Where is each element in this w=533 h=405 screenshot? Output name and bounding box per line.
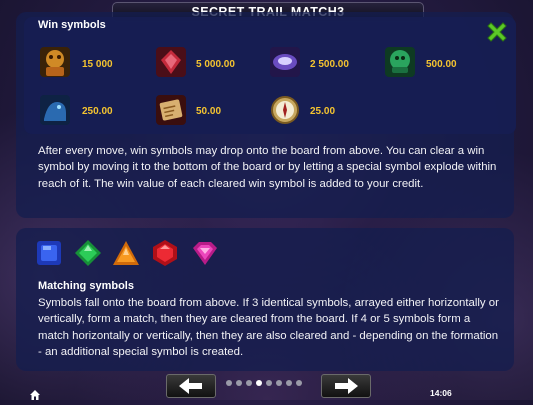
symbol-value: 2 500.00: [310, 59, 349, 70]
win-symbols-heading: Win symbols: [38, 19, 106, 31]
page-dot[interactable]: [276, 380, 282, 386]
green-diamond-gem-icon: [74, 239, 102, 267]
symbol-value: 15 000: [82, 59, 113, 70]
compass-icon: [268, 93, 302, 127]
purple-crystal-icon: [268, 45, 302, 79]
page-dot[interactable]: [226, 380, 232, 386]
symbol-value: 500.00: [426, 59, 457, 70]
tiger-statue-icon: [38, 45, 72, 79]
page-dot[interactable]: [296, 380, 302, 386]
page-dot-current[interactable]: [256, 380, 262, 386]
blue-panther-icon: [38, 93, 72, 127]
orange-triangle-gem-icon: [112, 239, 140, 267]
symbol-value: 50.00: [196, 106, 222, 117]
page-dot[interactable]: [266, 380, 272, 386]
close-icon: [487, 22, 507, 42]
blue-square-gem-icon: [35, 239, 63, 267]
clock: 14:06: [430, 388, 452, 398]
arrow-left-icon: [179, 378, 202, 394]
arrow-right-icon: [335, 378, 358, 394]
page-dot[interactable]: [246, 380, 252, 386]
page-dot[interactable]: [286, 380, 292, 386]
page-indicator: [226, 380, 308, 386]
symbol-value: 250.00: [82, 106, 113, 117]
green-idol-icon: [383, 45, 417, 79]
previous-page-button[interactable]: [166, 374, 216, 398]
symbol-value: 5 000.00: [196, 59, 235, 70]
symbol-value: 25.00: [310, 106, 336, 117]
page-dot[interactable]: [236, 380, 242, 386]
red-hexagon-gem-icon: [151, 239, 179, 267]
close-button[interactable]: [485, 20, 509, 44]
win-symbols-description: After every move, win symbols may drop o…: [38, 145, 497, 190]
treasure-map-icon: [154, 93, 188, 127]
next-page-button[interactable]: [321, 374, 371, 398]
matching-symbols-heading: Matching symbols: [38, 280, 134, 292]
matching-symbols-description: Symbols fall onto the board from above. …: [38, 297, 499, 359]
red-gem-fire-icon: [154, 45, 188, 79]
home-icon[interactable]: [30, 387, 40, 400]
pink-heart-gem-icon: [191, 239, 219, 267]
